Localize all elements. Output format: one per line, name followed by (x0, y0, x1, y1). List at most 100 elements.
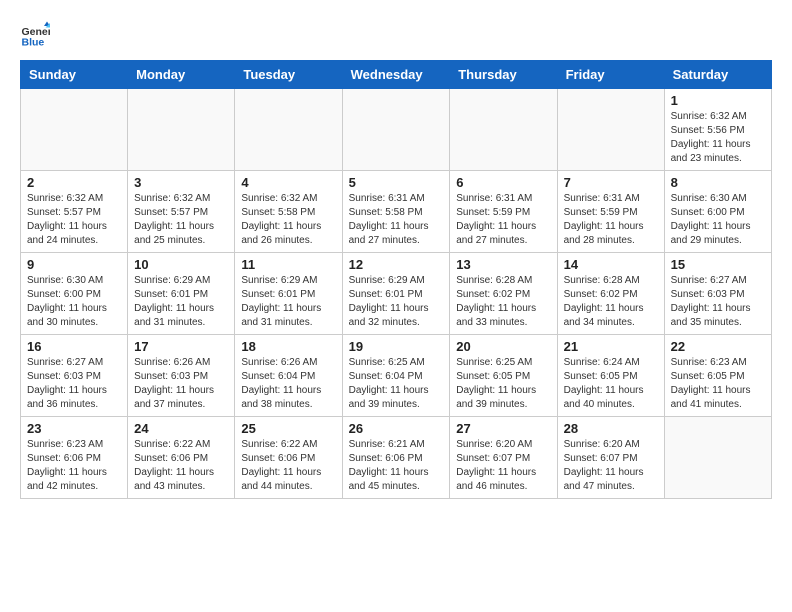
calendar-cell (128, 89, 235, 171)
day-number: 9 (27, 257, 121, 272)
calendar-cell: 8 Sunrise: 6:30 AMSunset: 6:00 PMDaylight… (664, 171, 771, 253)
calendar-cell: 12 Sunrise: 6:29 AMSunset: 6:01 PMDayligh… (342, 253, 450, 335)
svg-text:Blue: Blue (22, 37, 45, 49)
day-info: Sunrise: 6:30 AMSunset: 6:00 PMDaylight:… (27, 274, 121, 330)
calendar-week-2: 2 Sunrise: 6:32 AMSunset: 5:57 PMDaylight… (21, 171, 772, 253)
day-number: 14 (564, 257, 658, 272)
day-info: Sunrise: 6:30 AMSunset: 6:00 PMDaylight:… (671, 192, 765, 248)
weekday-header-thursday: Thursday (450, 61, 557, 89)
calendar-cell: 18Sunrise: 6:26 AMSunset: 6:04 PMDayligh… (235, 335, 342, 417)
day-info: Sunrise: 6:32 AMSunset: 5:58 PMDaylight:… (241, 192, 335, 248)
day-info: Sunrise: 6:22 AMSunset: 6:06 PMDaylight:… (241, 438, 335, 494)
day-info: Sunrise: 6:31 AMSunset: 5:59 PMDaylight:… (456, 192, 550, 248)
calendar-cell: 21Sunrise: 6:24 AMSunset: 6:05 PMDayligh… (557, 335, 664, 417)
calendar-cell: 11 Sunrise: 6:29 AMSunset: 6:01 PMDayligh… (235, 253, 342, 335)
day-info: Sunrise: 6:26 AMSunset: 6:03 PMDaylight:… (134, 356, 228, 412)
day-number: 28 (564, 421, 658, 436)
day-info: Sunrise: 6:25 AMSunset: 6:04 PMDaylight:… (349, 356, 444, 412)
calendar-cell: 25 Sunrise: 6:22 AMSunset: 6:06 PMDayligh… (235, 417, 342, 499)
day-number: 27 (456, 421, 550, 436)
calendar-cell: 5Sunrise: 6:31 AMSunset: 5:58 PMDaylight… (342, 171, 450, 253)
calendar-cell: 1 Sunrise: 6:32 AMSunset: 5:56 PMDaylight… (664, 89, 771, 171)
day-number: 4 (241, 175, 335, 190)
calendar-cell: 22Sunrise: 6:23 AMSunset: 6:05 PMDayligh… (664, 335, 771, 417)
day-info: Sunrise: 6:32 AMSunset: 5:56 PMDaylight:… (671, 110, 765, 166)
day-number: 23 (27, 421, 121, 436)
day-info: Sunrise: 6:25 AMSunset: 6:05 PMDaylight:… (456, 356, 550, 412)
day-number: 18 (241, 339, 335, 354)
day-info: Sunrise: 6:27 AMSunset: 6:03 PMDaylight:… (27, 356, 121, 412)
weekday-header-wednesday: Wednesday (342, 61, 450, 89)
calendar-cell: 3 Sunrise: 6:32 AMSunset: 5:57 PMDaylight… (128, 171, 235, 253)
day-number: 16 (27, 339, 121, 354)
calendar-cell (664, 417, 771, 499)
calendar-cell: 28 Sunrise: 6:20 AMSunset: 6:07 PMDayligh… (557, 417, 664, 499)
calendar-cell: 2 Sunrise: 6:32 AMSunset: 5:57 PMDaylight… (21, 171, 128, 253)
calendar-cell: 19 Sunrise: 6:25 AMSunset: 6:04 PMDayligh… (342, 335, 450, 417)
day-number: 12 (349, 257, 444, 272)
calendar-cell: 23 Sunrise: 6:23 AMSunset: 6:06 PMDayligh… (21, 417, 128, 499)
calendar-cell: 7 Sunrise: 6:31 AMSunset: 5:59 PMDaylight… (557, 171, 664, 253)
day-number: 26 (349, 421, 444, 436)
calendar-cell: 14Sunrise: 6:28 AMSunset: 6:02 PMDayligh… (557, 253, 664, 335)
day-number: 8 (671, 175, 765, 190)
calendar-table: SundayMondayTuesdayWednesdayThursdayFrid… (20, 60, 772, 499)
day-info: Sunrise: 6:20 AMSunset: 6:07 PMDaylight:… (456, 438, 550, 494)
day-number: 17 (134, 339, 228, 354)
weekday-header-row: SundayMondayTuesdayWednesdayThursdayFrid… (21, 61, 772, 89)
day-number: 25 (241, 421, 335, 436)
day-info: Sunrise: 6:29 AMSunset: 6:01 PMDaylight:… (241, 274, 335, 330)
calendar-cell: 13 Sunrise: 6:28 AMSunset: 6:02 PMDayligh… (450, 253, 557, 335)
day-number: 15 (671, 257, 765, 272)
calendar-cell: 10Sunrise: 6:29 AMSunset: 6:01 PMDayligh… (128, 253, 235, 335)
calendar-cell: 6 Sunrise: 6:31 AMSunset: 5:59 PMDaylight… (450, 171, 557, 253)
page-header: General Blue (20, 20, 772, 50)
calendar-cell (21, 89, 128, 171)
logo-icon: General Blue (20, 20, 50, 50)
day-number: 2 (27, 175, 121, 190)
day-info: Sunrise: 6:22 AMSunset: 6:06 PMDaylight:… (134, 438, 228, 494)
day-info: Sunrise: 6:32 AMSunset: 5:57 PMDaylight:… (134, 192, 228, 248)
day-number: 10 (134, 257, 228, 272)
day-info: Sunrise: 6:31 AMSunset: 5:59 PMDaylight:… (564, 192, 658, 248)
calendar-cell (557, 89, 664, 171)
day-info: Sunrise: 6:24 AMSunset: 6:05 PMDaylight:… (564, 356, 658, 412)
day-info: Sunrise: 6:28 AMSunset: 6:02 PMDaylight:… (456, 274, 550, 330)
calendar-cell (342, 89, 450, 171)
weekday-header-saturday: Saturday (664, 61, 771, 89)
day-info: Sunrise: 6:21 AMSunset: 6:06 PMDaylight:… (349, 438, 444, 494)
calendar-week-3: 9 Sunrise: 6:30 AMSunset: 6:00 PMDaylight… (21, 253, 772, 335)
day-number: 11 (241, 257, 335, 272)
calendar-cell: 27 Sunrise: 6:20 AMSunset: 6:07 PMDayligh… (450, 417, 557, 499)
day-number: 3 (134, 175, 228, 190)
day-info: Sunrise: 6:31 AMSunset: 5:58 PMDaylight:… (349, 192, 444, 248)
day-number: 13 (456, 257, 550, 272)
day-number: 1 (671, 93, 765, 108)
day-info: Sunrise: 6:23 AMSunset: 6:05 PMDaylight:… (671, 356, 765, 412)
day-number: 19 (349, 339, 444, 354)
calendar-week-4: 16 Sunrise: 6:27 AMSunset: 6:03 PMDayligh… (21, 335, 772, 417)
day-info: Sunrise: 6:29 AMSunset: 6:01 PMDaylight:… (349, 274, 444, 330)
day-info: Sunrise: 6:20 AMSunset: 6:07 PMDaylight:… (564, 438, 658, 494)
weekday-header-monday: Monday (128, 61, 235, 89)
calendar-week-5: 23 Sunrise: 6:23 AMSunset: 6:06 PMDayligh… (21, 417, 772, 499)
calendar-cell: 9 Sunrise: 6:30 AMSunset: 6:00 PMDaylight… (21, 253, 128, 335)
calendar-cell: 15 Sunrise: 6:27 AMSunset: 6:03 PMDayligh… (664, 253, 771, 335)
calendar-week-1: 1 Sunrise: 6:32 AMSunset: 5:56 PMDaylight… (21, 89, 772, 171)
day-number: 20 (456, 339, 550, 354)
day-number: 7 (564, 175, 658, 190)
calendar-cell: 24 Sunrise: 6:22 AMSunset: 6:06 PMDayligh… (128, 417, 235, 499)
calendar-cell: 4 Sunrise: 6:32 AMSunset: 5:58 PMDaylight… (235, 171, 342, 253)
day-info: Sunrise: 6:27 AMSunset: 6:03 PMDaylight:… (671, 274, 765, 330)
calendar-cell: 17 Sunrise: 6:26 AMSunset: 6:03 PMDayligh… (128, 335, 235, 417)
calendar-cell (235, 89, 342, 171)
day-number: 6 (456, 175, 550, 190)
day-info: Sunrise: 6:23 AMSunset: 6:06 PMDaylight:… (27, 438, 121, 494)
weekday-header-friday: Friday (557, 61, 664, 89)
logo: General Blue (20, 20, 54, 50)
day-info: Sunrise: 6:32 AMSunset: 5:57 PMDaylight:… (27, 192, 121, 248)
calendar-cell: 20 Sunrise: 6:25 AMSunset: 6:05 PMDayligh… (450, 335, 557, 417)
weekday-header-tuesday: Tuesday (235, 61, 342, 89)
day-number: 24 (134, 421, 228, 436)
calendar-cell: 16 Sunrise: 6:27 AMSunset: 6:03 PMDayligh… (21, 335, 128, 417)
